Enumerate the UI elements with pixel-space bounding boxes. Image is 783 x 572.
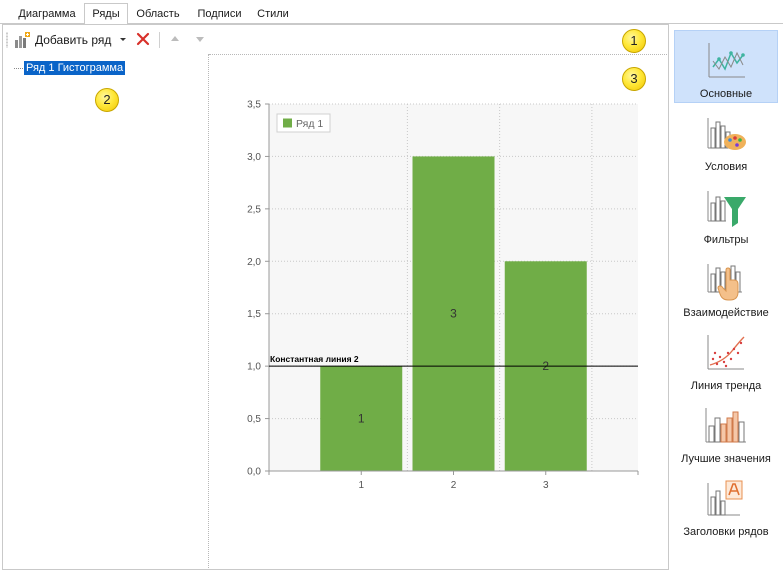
move-down-button[interactable] — [194, 30, 206, 50]
x-tick-label: 2 — [451, 480, 457, 490]
settings-sidebar: Основные Условия Фильтры Взаимодействие … — [672, 28, 782, 568]
toolbar-separator — [159, 32, 160, 48]
move-up-button[interactable] — [169, 30, 181, 50]
chart-preview: 132 0,00,51,01,52,02,53,03,51 2 3 Констант… — [247, 100, 639, 490]
callout-badge-2: 2 — [95, 88, 119, 112]
sidebar-item-interaction[interactable]: Взаимодействие — [674, 250, 778, 323]
arrow-up-icon — [169, 33, 181, 48]
sidebar-item-label: Условия — [704, 161, 748, 173]
sidebar-item-label: Фильтры — [703, 234, 749, 246]
hand-pointer-icon — [707, 264, 742, 301]
add-series-button[interactable]: Добавить ряд — [13, 30, 111, 50]
tab-chart[interactable]: Диаграмма — [12, 6, 82, 24]
line-chart-icon — [708, 43, 745, 78]
data-label: 3 — [450, 307, 457, 321]
callout-badge-1: 1 — [622, 29, 646, 53]
arrow-down-icon — [194, 33, 206, 48]
sidebar-item-label: Заголовки рядов — [683, 526, 769, 538]
sidebar-item-filters[interactable]: Фильтры — [674, 177, 778, 250]
sidebar-item-series-titles[interactable]: Заголовки рядов — [674, 469, 778, 542]
y-tick-label: 0,0 — [247, 467, 261, 478]
y-tick-label: 2,5 — [247, 204, 261, 215]
series-titles-icon — [707, 480, 743, 516]
top-values-icon — [705, 408, 746, 443]
toolbar-grip[interactable] — [6, 32, 8, 48]
y-tick-label: 1,0 — [247, 362, 261, 373]
sidebar-item-trend-line[interactable]: Линия тренда — [674, 323, 778, 396]
sidebar-item-label: Взаимодействие — [683, 307, 769, 319]
tab-styles[interactable]: Стили — [252, 6, 294, 24]
delete-series-button[interactable] — [135, 30, 151, 50]
tab-labels[interactable]: Подписи — [192, 6, 247, 24]
data-label: 1 — [358, 412, 365, 426]
sidebar-item-label: Лучшие значения — [681, 453, 771, 465]
panel-splitter[interactable] — [208, 54, 209, 568]
chevron-down-icon — [119, 34, 127, 46]
tab-area[interactable]: Область — [131, 6, 185, 24]
y-tick-label: 0,5 — [247, 414, 261, 425]
tab-series[interactable]: Ряды — [84, 3, 128, 25]
bar-chart-add-icon — [13, 31, 31, 49]
x-tick-label: 1 — [358, 480, 364, 490]
tree-connector — [14, 68, 23, 69]
y-tick-label: 3,0 — [247, 152, 261, 163]
add-series-dropdown[interactable] — [119, 30, 127, 50]
sidebar-item-label: Линия тренда — [690, 380, 762, 392]
legend-swatch — [283, 118, 292, 128]
add-series-label: Добавить ряд — [35, 33, 112, 47]
sidebar-item-basic[interactable]: Основные — [674, 30, 778, 103]
palette-chart-icon — [707, 118, 746, 150]
constant-line-label: Константная линия 2 — [270, 354, 359, 364]
sidebar-item-top-values[interactable]: Лучшие значения — [674, 396, 778, 469]
trend-line-icon — [707, 335, 745, 370]
filter-funnel-icon — [707, 191, 746, 227]
y-tick-label: 3,5 — [247, 100, 261, 111]
series-tree-item[interactable]: Ряд 1 Гистограмма — [24, 61, 126, 75]
sidebar-item-label: Основные — [699, 88, 753, 100]
callout-badge-3: 3 — [622, 67, 646, 91]
y-tick-label: 1,5 — [247, 309, 261, 320]
toolbar-divider — [209, 54, 667, 55]
y-tick-label: 2,0 — [247, 257, 261, 268]
sidebar-item-conditions[interactable]: Условия — [674, 104, 778, 177]
x-tick-label: 3 — [543, 480, 549, 490]
legend-label: Ряд 1 — [296, 118, 323, 130]
delete-x-icon — [135, 31, 151, 50]
toolbar: Добавить ряд — [3, 28, 667, 52]
tab-bar: Диаграмма Ряды Область Подписи Стили — [0, 0, 783, 25]
